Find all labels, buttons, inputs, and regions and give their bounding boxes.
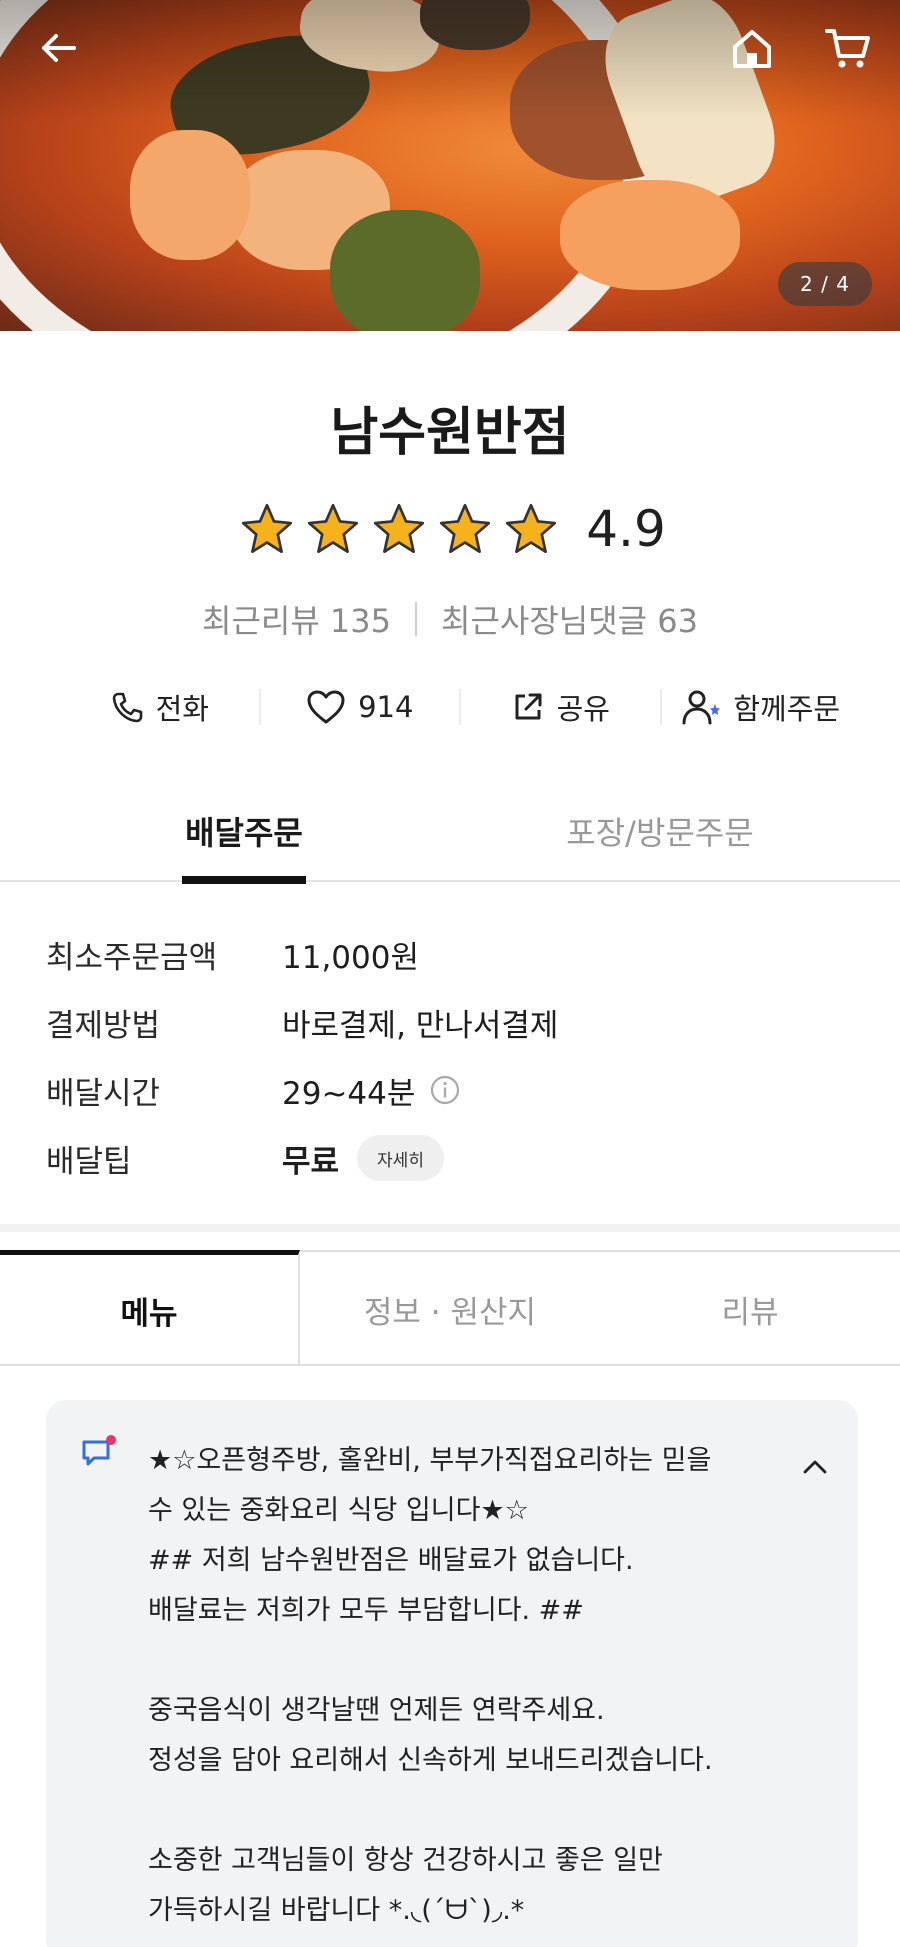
delivery-tip-wrap: 무료 자세히 <box>282 1135 444 1181</box>
divider <box>415 602 418 636</box>
food-onion-2 <box>560 180 740 290</box>
payment-value: 바로결제, 만나서결제 <box>282 1007 559 1044</box>
cart-icon <box>825 29 870 68</box>
tab-menu[interactable]: 메뉴 <box>0 1250 300 1366</box>
section-divider <box>0 1224 900 1232</box>
info-row-payment: 결제방법 바로결제, 만나서결제 <box>46 988 866 1056</box>
call-label: 전화 <box>155 692 209 726</box>
tab-pickup-order[interactable]: 포장/방문주문 <box>540 790 780 882</box>
star-icon <box>440 503 491 554</box>
group-order-icon <box>682 690 721 725</box>
action-bar: 전화 914 공유 함께주문 <box>60 682 860 732</box>
min-order-label: 최소주문금액 <box>46 939 218 976</box>
delivery-tip-label: 배달팁 <box>46 1143 132 1180</box>
share-icon <box>515 693 542 720</box>
arrow-left-icon <box>42 34 76 62</box>
payment-label: 결제방법 <box>46 1007 161 1044</box>
store-hero-image[interactable]: 2 / 4 <box>0 0 900 331</box>
owner-notice: ★☆오픈형주방, 홀완비, 부부가직접요리하는 믿을 수 있는 중화요리 식당 … <box>46 1400 858 1947</box>
recent-reviews-count[interactable]: 최근리뷰 135 <box>202 596 391 642</box>
group-order-label: 함께주문 <box>733 692 841 726</box>
food-onion-3 <box>130 130 250 260</box>
cart-button[interactable] <box>818 18 878 78</box>
share-button[interactable]: 공유 <box>461 686 660 728</box>
info-icon[interactable] <box>429 1074 461 1106</box>
tab-reviews[interactable]: 리뷰 <box>600 1250 900 1366</box>
tab-info-origin[interactable]: 정보 · 원산지 <box>300 1250 600 1366</box>
min-order-value: 11,000원 <box>282 939 419 976</box>
share-label: 공유 <box>556 692 610 726</box>
store-name: 남수원반점 <box>330 403 570 463</box>
info-row-delivery-time: 배달시간 29~44분 <box>46 1056 866 1124</box>
delivery-tip-value: 무료 <box>282 1143 340 1180</box>
delivery-time-value: 29~44분 <box>282 1075 416 1112</box>
order-type-tabs: 배달주문 포장/방문주문 <box>0 790 900 884</box>
heart-icon <box>307 690 345 724</box>
delivery-time-label: 배달시간 <box>46 1075 161 1112</box>
back-button[interactable] <box>28 18 88 78</box>
info-row-delivery-tip: 배달팁 무료 자세히 <box>46 1124 866 1192</box>
delivery-info: 최소주문금액 11,000원 결제방법 바로결제, 만나서결제 배달시간 29~… <box>46 920 866 1192</box>
image-counter: 2 / 4 <box>778 262 872 306</box>
home-button[interactable] <box>722 18 782 78</box>
rating-value: 4.9 <box>586 500 666 558</box>
group-order-button[interactable]: 함께주문 <box>662 686 861 728</box>
phone-icon <box>112 692 142 723</box>
notice-chat-icon <box>82 1435 116 1466</box>
tab-delivery-order[interactable]: 배달주문 <box>182 790 306 884</box>
rating-row[interactable]: 4.9 <box>0 500 900 558</box>
food-cucumber <box>330 210 480 331</box>
star-icon <box>506 503 557 554</box>
notice-text: ★☆오픈형주방, 홀완비, 부부가직접요리하는 믿을 수 있는 중화요리 식당 … <box>148 1445 713 1926</box>
favorite-count: 914 <box>358 690 414 724</box>
star-icon <box>242 503 293 554</box>
content-tabs: 메뉴 정보 · 원산지 리뷰 <box>0 1250 900 1366</box>
owner-replies-count[interactable]: 최근사장님댓글 63 <box>441 596 698 642</box>
star-icon <box>308 503 359 554</box>
review-summary[interactable]: 최근리뷰 135 최근사장님댓글 63 <box>0 596 900 642</box>
favorite-button[interactable]: 914 <box>261 689 460 725</box>
delivery-time-wrap: 29~44분 <box>282 1068 461 1113</box>
delivery-tip-detail-button[interactable]: 자세히 <box>357 1135 444 1181</box>
info-row-min-order: 최소주문금액 11,000원 <box>46 920 866 988</box>
star-icon <box>374 503 425 554</box>
home-icon <box>733 30 771 68</box>
call-button[interactable]: 전화 <box>60 686 259 728</box>
